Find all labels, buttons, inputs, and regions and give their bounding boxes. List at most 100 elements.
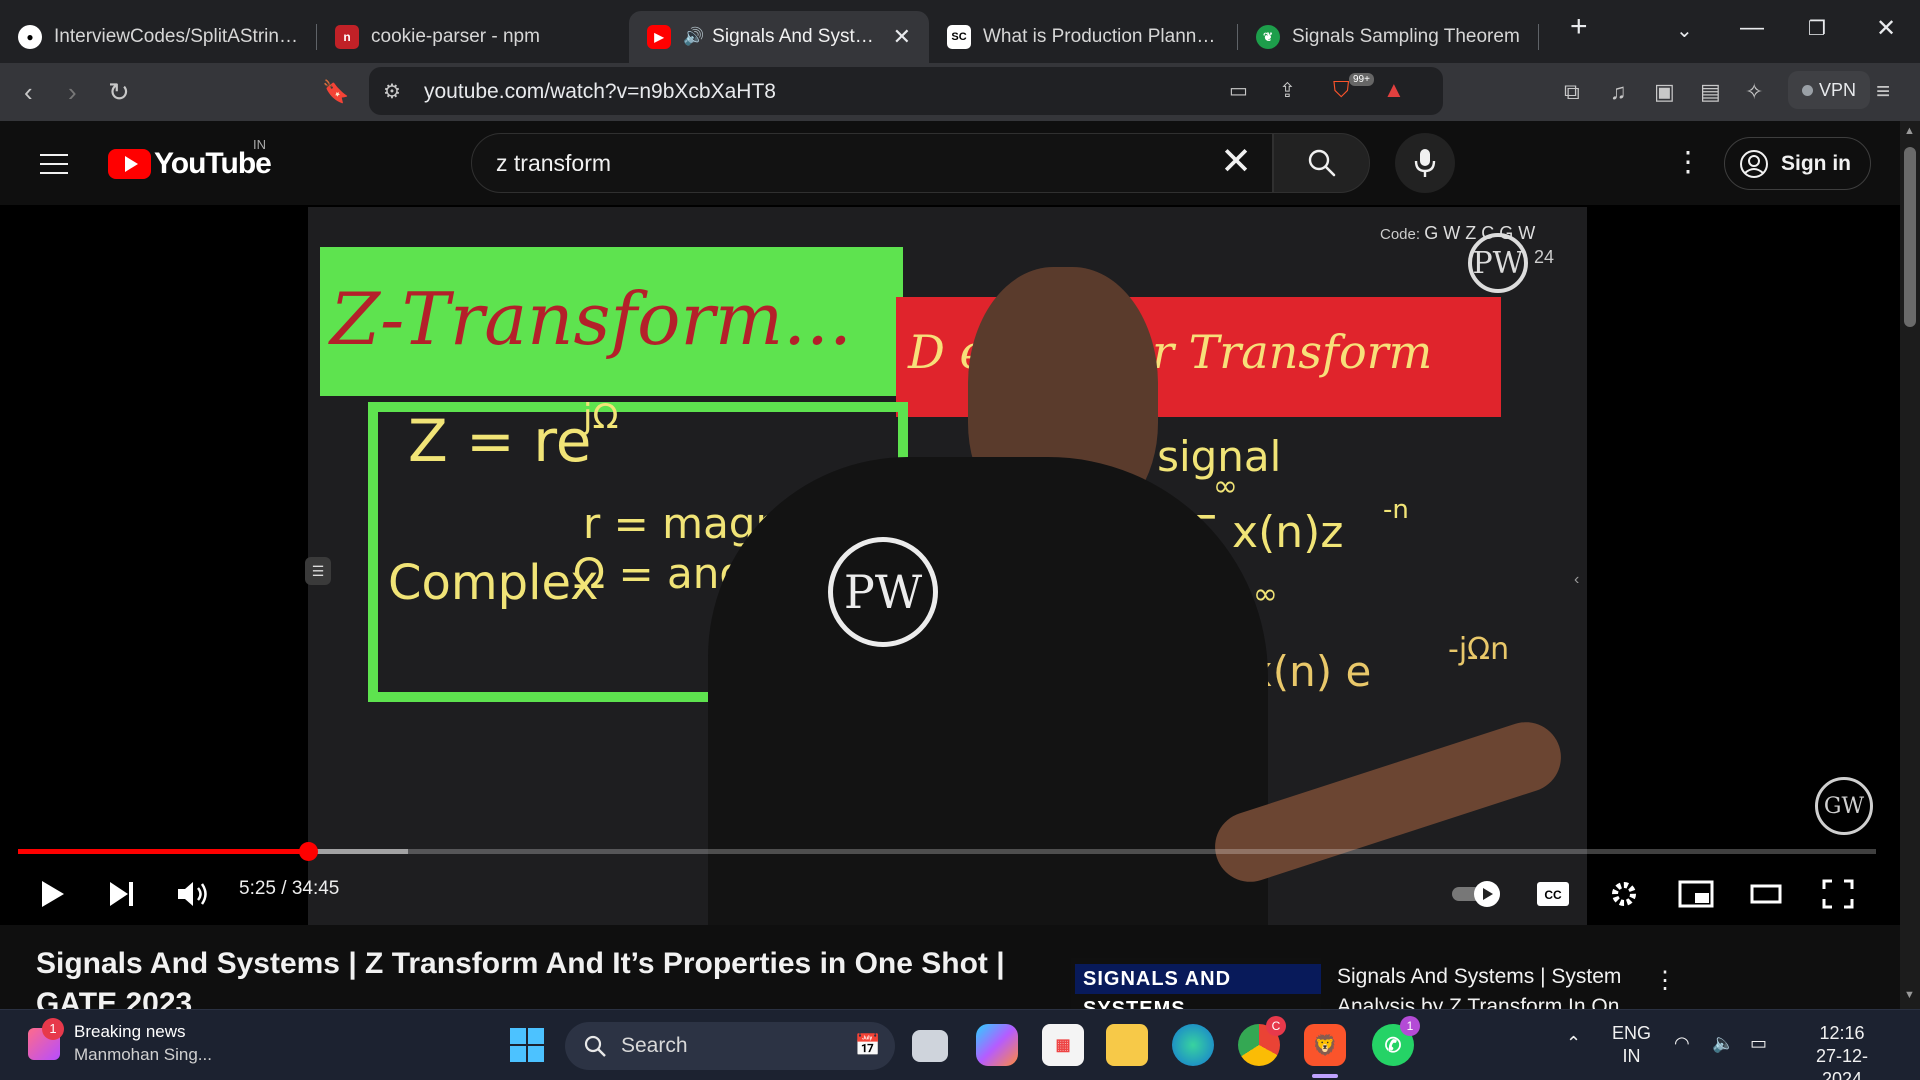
autoplay-toggle-icon	[1452, 881, 1500, 907]
hamburger-menu-icon[interactable]	[40, 154, 68, 181]
miniplayer-icon	[1678, 880, 1714, 908]
active-app-indicator	[1312, 1074, 1338, 1078]
music-icon[interactable]: ♫	[1610, 77, 1627, 107]
chevron-left-icon[interactable]: ‹	[1574, 571, 1579, 589]
clock-time: 12:16	[1819, 1023, 1865, 1043]
scroll-up-icon[interactable]: ▲	[1904, 125, 1915, 137]
volume-button[interactable]	[176, 870, 210, 918]
brave-icon[interactable]: 🦁	[1304, 1024, 1346, 1066]
brave-shield-icon[interactable]: ⛉	[1333, 75, 1350, 105]
video-player[interactable]: Z-Transform... D e Fourier Transform Z =…	[0, 205, 1900, 925]
time-display: 5:25 / 34:45	[239, 878, 340, 899]
autoplay-toggle[interactable]	[1450, 870, 1506, 918]
tab-npm[interactable]: n cookie-parser - npm	[317, 11, 622, 63]
youtube-logo[interactable]: YouTube IN	[108, 137, 272, 181]
clock[interactable]: 12:16 27-12-2024	[1796, 1022, 1888, 1080]
closed-captions-icon: CC	[1537, 882, 1569, 906]
next-button[interactable]	[108, 870, 136, 918]
windows-logo-icon	[510, 1028, 544, 1062]
side-panel-toggle-icon[interactable]: ☰	[305, 557, 331, 585]
channel-watermark-logo[interactable]: GW	[1815, 777, 1873, 835]
wallet-icon[interactable]: ▤	[1700, 77, 1721, 107]
show-hidden-icons-chevron[interactable]: ⌃	[1566, 1032, 1581, 1055]
tab-search-chevron-icon[interactable]: ⌄	[1676, 18, 1693, 43]
chrome-icon[interactable]: C	[1238, 1016, 1286, 1066]
url-text[interactable]: youtube.com/watch?v=n9bXcbXaHT8	[424, 80, 776, 104]
sign-in-button[interactable]: Sign in	[1724, 137, 1871, 190]
search-query[interactable]: z transform	[496, 150, 611, 177]
copilot-icon[interactable]	[976, 1024, 1018, 1066]
microsoft-store-icon[interactable]: ▦	[1042, 1024, 1084, 1066]
address-bar[interactable]: ⚙ youtube.com/watch?v=n9bXcbXaHT8 ▭ ⇪ ⛉ …	[369, 67, 1443, 115]
code-label: Code:	[1380, 226, 1421, 243]
share-icon[interactable]: ⇪	[1279, 76, 1296, 106]
region-code: IN	[253, 137, 266, 152]
task-view-icon[interactable]	[912, 1030, 948, 1062]
video-frame[interactable]: Z-Transform... D e Fourier Transform Z =…	[308, 207, 1587, 925]
gear-icon	[1612, 882, 1636, 906]
menu-icon[interactable]: ≡	[1876, 77, 1890, 107]
file-explorer-icon[interactable]	[1106, 1024, 1148, 1066]
chrome-profile-badge: C	[1266, 1016, 1286, 1036]
progress-bar[interactable]	[18, 842, 1876, 861]
taskbar-search[interactable]: Search 📅	[565, 1022, 895, 1070]
edge-icon[interactable]	[1172, 1024, 1214, 1066]
back-icon[interactable]: ‹	[24, 77, 33, 107]
search-input[interactable]: z transform ✕	[471, 133, 1273, 193]
search-icon	[1308, 149, 1336, 177]
vpn-status-icon	[1801, 84, 1813, 96]
leo-ai-icon[interactable]: ✧	[1745, 77, 1763, 107]
sidebar-icon[interactable]: ▣	[1654, 77, 1675, 107]
settings-kebab-icon[interactable]: ⋮	[1674, 147, 1702, 177]
shield-count-badge: 99+	[1349, 73, 1374, 86]
bookmark-icon[interactable]: 🔖	[322, 77, 349, 107]
tab-github[interactable]: ● InterviewCodes/SplitAStringIn	[0, 11, 316, 63]
vpn-button[interactable]: VPN	[1788, 71, 1870, 109]
clear-search-icon[interactable]: ✕	[1220, 142, 1252, 182]
battery-icon[interactable]: ▭	[1750, 1032, 1767, 1055]
scroll-down-icon[interactable]: ▼	[1904, 989, 1915, 1001]
forward-icon[interactable]: ›	[68, 77, 77, 107]
cast-icon[interactable]: ▭	[1229, 76, 1248, 106]
news-subtitle: Manmohan Sing...	[74, 1045, 212, 1064]
progress-scrubber-handle[interactable]	[299, 842, 319, 861]
reload-icon[interactable]: ↻	[108, 77, 130, 107]
sc-icon: SC	[947, 25, 971, 49]
recommended-video-thumbnail[interactable]: SIGNALS AND SYSTEMS	[1071, 958, 1321, 1016]
youtube-header: YouTube IN z transform ✕ ⋮ Sign in	[0, 121, 1900, 205]
tab-production-planning[interactable]: SC What is Production Planning a	[929, 11, 1237, 63]
start-button[interactable]	[506, 1024, 548, 1066]
voice-search-button[interactable]	[1395, 133, 1455, 193]
speaker-icon[interactable]: 🔈	[1712, 1032, 1734, 1055]
tab-sampling-theorem[interactable]: ❦ Signals Sampling Theorem	[1238, 11, 1538, 63]
news-widget[interactable]: 1 Breaking news Manmohan Sing...	[28, 1017, 212, 1065]
settings-button[interactable]	[1608, 870, 1640, 918]
board-title-panel: Z-Transform...	[320, 247, 903, 396]
rewards-icon[interactable]: ▲	[1383, 75, 1405, 105]
new-tab-icon[interactable]: +	[1570, 10, 1588, 44]
extensions-icon[interactable]: ⧉	[1564, 77, 1580, 107]
wifi-icon[interactable]: ◠	[1674, 1032, 1690, 1055]
tab-signals-and-systems[interactable]: ▶ 🔊 Signals And Systems | ✕	[629, 11, 929, 63]
site-settings-icon[interactable]: ⚙	[383, 77, 401, 107]
whatsapp-icon[interactable]: ✆ 1	[1372, 1016, 1420, 1066]
page-scrollbar[interactable]: ▲ ▼	[1900, 121, 1920, 1009]
close-icon[interactable]: ✕	[893, 24, 911, 50]
window-close-icon[interactable]: ✕	[1876, 14, 1896, 43]
account-icon	[1740, 149, 1768, 178]
browser-toolbar: ‹ › ↻ 🔖 ⚙ youtube.com/watch?v=n9bXcbXaHT…	[0, 63, 1920, 121]
theater-mode-button[interactable]	[1750, 870, 1782, 918]
scrollbar-thumb[interactable]	[1904, 147, 1916, 327]
restore-icon[interactable]: ❐	[1808, 16, 1826, 41]
recommendation-menu-icon[interactable]: ⋮	[1653, 966, 1677, 995]
language-indicator[interactable]: ENG IN	[1612, 1022, 1651, 1068]
tab-separator	[1538, 23, 1539, 50]
search-button[interactable]	[1273, 133, 1370, 193]
subtitles-button[interactable]: CC	[1535, 870, 1571, 918]
fullscreen-button[interactable]	[1822, 870, 1854, 918]
search-icon	[584, 1035, 606, 1057]
chalk-exponent: ∞	[1213, 469, 1238, 504]
miniplayer-button[interactable]	[1678, 870, 1714, 918]
minimize-icon[interactable]: —	[1740, 14, 1764, 42]
play-button[interactable]	[38, 870, 66, 918]
